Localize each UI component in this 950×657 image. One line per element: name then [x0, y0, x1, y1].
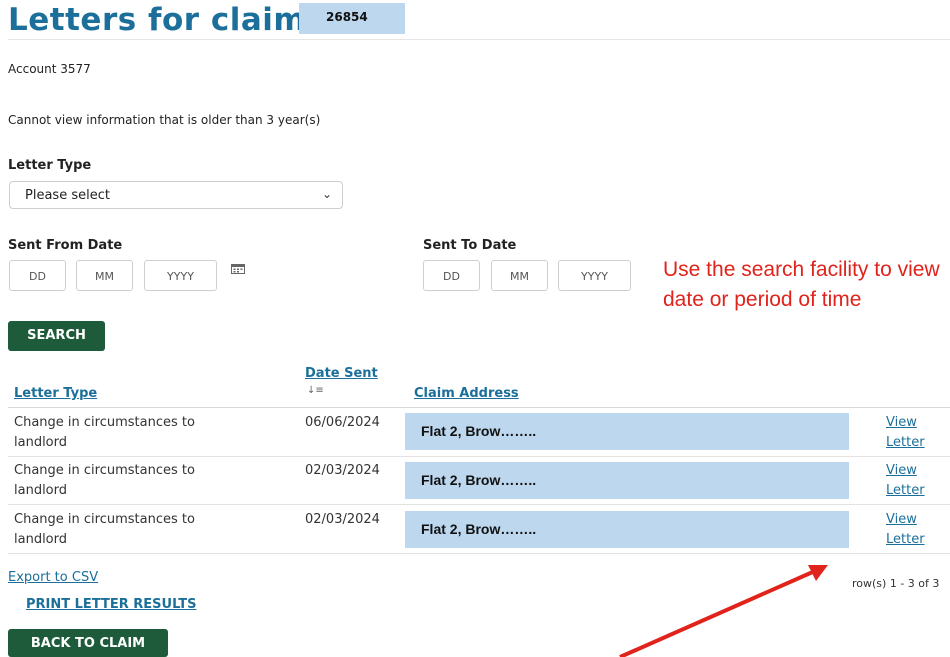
row-3-letter-type: Change in circumstances to landlord [14, 510, 195, 550]
row-1-view-text: View [886, 415, 917, 430]
row-2-letter-type: Change in circumstances to landlord [14, 461, 195, 501]
letter-type-value: Please select [25, 188, 110, 203]
back-to-claim-button[interactable]: BACK TO CLAIM [8, 629, 168, 657]
sent-from-month-input[interactable]: MM [76, 260, 133, 291]
title-divider [8, 39, 950, 40]
sent-to-day-input[interactable]: DD [423, 260, 480, 291]
row-2-letter-text: Letter [886, 483, 925, 498]
export-csv-link[interactable]: Export to CSV [8, 570, 98, 585]
letter-type-label: Letter Type [8, 158, 92, 173]
row-3-view-text: View [886, 512, 917, 527]
row-1-letter-type-line2: landlord [14, 435, 68, 450]
column-header-letter-type[interactable]: Letter Type [14, 386, 97, 401]
sent-from-label: Sent From Date [8, 238, 123, 253]
row-2-view-letter-link[interactable]: View Letter [886, 461, 925, 501]
row-3-view-letter-link[interactable]: View Letter [886, 510, 925, 550]
search-tip-line-2: date or period of time [663, 288, 862, 311]
sort-icon[interactable]: ↓≡ [307, 385, 324, 396]
page-title: Letters for claim [8, 2, 307, 38]
row-3-claim-address: Flat 2, Brow…….. [405, 511, 849, 548]
row-divider [8, 504, 950, 505]
column-header-date-sent[interactable]: Date Sent [305, 366, 378, 381]
claim-reference-badge: 26854 [299, 3, 405, 34]
sent-to-label: Sent To Date [423, 238, 517, 253]
row-1-letter-type-line1: Change in circumstances to [14, 415, 195, 430]
calendar-icon[interactable] [231, 263, 245, 274]
sent-from-day-input[interactable]: DD [9, 260, 66, 291]
row-1-claim-address: Flat 2, Brow…….. [405, 413, 849, 450]
table-header-divider [8, 407, 950, 408]
search-button[interactable]: SEARCH [8, 321, 105, 351]
row-1-letter-type: Change in circumstances to landlord [14, 413, 195, 453]
search-tip-line-1: Use the search facility to view [663, 258, 940, 281]
row-3-letter-text: Letter [886, 532, 925, 547]
row-divider [8, 553, 950, 554]
print-letter-results-link[interactable]: PRINT LETTER RESULTS [26, 597, 196, 612]
row-count: row(s) 1 - 3 of 3 [852, 577, 940, 590]
row-2-view-text: View [886, 463, 917, 478]
row-3-letter-type-line2: landlord [14, 532, 68, 547]
row-2-claim-address: Flat 2, Brow…….. [405, 462, 849, 499]
chevron-down-icon: ⌄ [321, 187, 332, 201]
sent-from-year-input[interactable]: YYYY [144, 260, 217, 291]
row-1-letter-text: Letter [886, 435, 925, 450]
sent-to-month-input[interactable]: MM [491, 260, 548, 291]
search-tip-annotation: Use the search facility to view date or … [663, 255, 940, 315]
row-2-letter-type-line1: Change in circumstances to [14, 463, 195, 478]
row-1-view-letter-link[interactable]: View Letter [886, 413, 925, 453]
row-1-date-sent: 06/06/2024 [305, 415, 380, 430]
row-2-date-sent: 02/03/2024 [305, 463, 380, 478]
row-divider [8, 456, 950, 457]
sent-to-year-input[interactable]: YYYY [558, 260, 631, 291]
column-header-claim-address[interactable]: Claim Address [414, 386, 519, 401]
age-limit-notice: Cannot view information that is older th… [8, 113, 321, 127]
row-3-date-sent: 02/03/2024 [305, 512, 380, 527]
account-number: Account 3577 [8, 62, 91, 76]
row-3-letter-type-line1: Change in circumstances to [14, 512, 195, 527]
red-arrow-icon [619, 565, 828, 657]
row-2-letter-type-line2: landlord [14, 483, 68, 498]
letter-type-select[interactable]: Please select ⌄ [9, 181, 343, 209]
